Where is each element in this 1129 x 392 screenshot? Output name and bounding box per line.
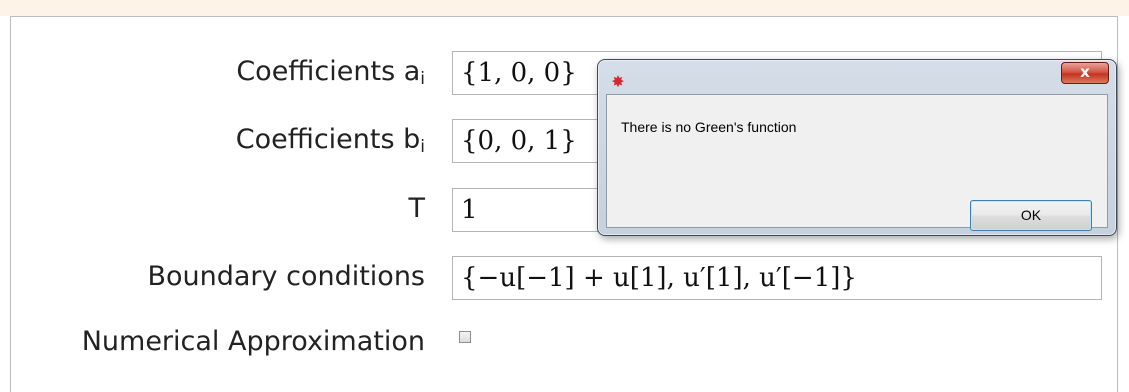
coefficients-a-label: Coefficients ai <box>236 56 425 89</box>
numerical-approximation-label: Numerical Approximation <box>81 326 425 357</box>
boundary-conditions-input[interactable]: {−u[−1] + u[1], u′[1], u′[−1]} <box>452 256 1102 300</box>
coefficients-b-label-subscript: i <box>420 137 425 157</box>
message-dialog: ✸ x There is no Green's function OK <box>597 59 1117 236</box>
dialog-message: There is no Green's function <box>621 119 797 135</box>
coefficients-b-label: Coefficients bi <box>235 124 425 157</box>
mathematica-spikey-icon: ✸ <box>611 72 625 91</box>
t-label: T <box>408 193 426 224</box>
boundary-conditions-label: Boundary conditions <box>147 261 425 292</box>
coefficients-a-label-text: Coefficients a <box>236 56 421 87</box>
coefficients-b-label-text: Coefficients b <box>235 124 421 155</box>
top-strip <box>0 0 1129 16</box>
close-button[interactable]: x <box>1061 62 1109 84</box>
dialog-body: There is no Green's function OK <box>606 94 1108 231</box>
coefficients-a-label-subscript: i <box>420 69 425 89</box>
numerical-approximation-checkbox[interactable] <box>459 331 471 343</box>
ok-button[interactable]: OK <box>970 200 1092 231</box>
